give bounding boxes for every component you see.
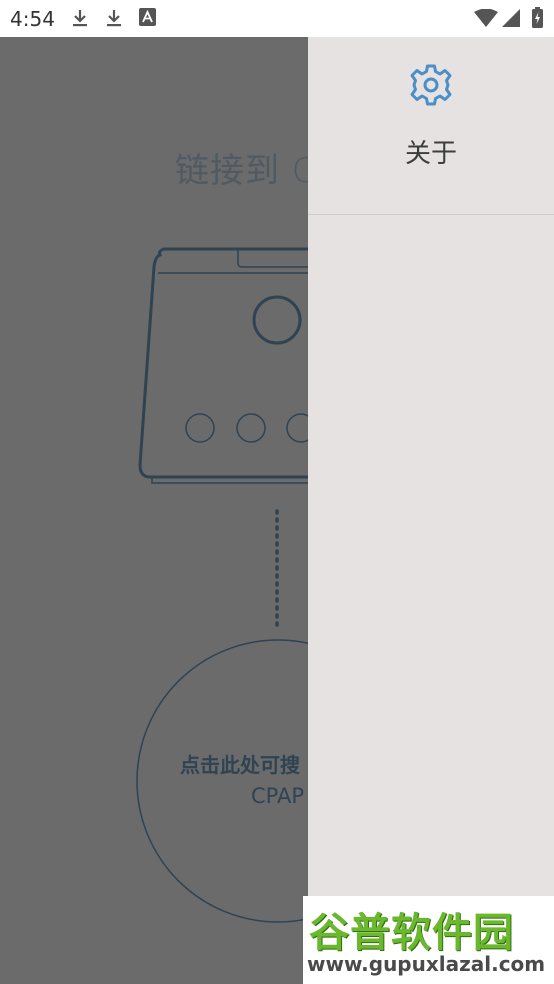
search-device-label: 点击此处可搜 bbox=[180, 753, 300, 777]
search-device-sub: CPAP bbox=[251, 784, 305, 808]
watermark-brand: 谷普软件园 bbox=[309, 910, 514, 956]
battery-charging-icon bbox=[532, 7, 543, 28]
status-time: 4:54 bbox=[10, 7, 55, 31]
watermark-url: www.gupuxlazal.com bbox=[307, 952, 546, 976]
drawer-item-about-label: 关于 bbox=[404, 139, 457, 169]
drawer-item-about[interactable]: 关于 bbox=[308, 37, 554, 215]
status-bar: 4:54 bbox=[0, 0, 554, 37]
download-icon bbox=[107, 10, 121, 27]
font-a-icon bbox=[139, 8, 156, 26]
signal-icon bbox=[502, 9, 520, 27]
watermark: 谷普软件园 www.gupuxlazal.com bbox=[303, 896, 554, 984]
navigation-drawer: 关于 bbox=[308, 37, 554, 984]
download-icon bbox=[73, 10, 87, 27]
wifi-icon bbox=[474, 9, 498, 27]
gear-icon bbox=[410, 64, 452, 106]
